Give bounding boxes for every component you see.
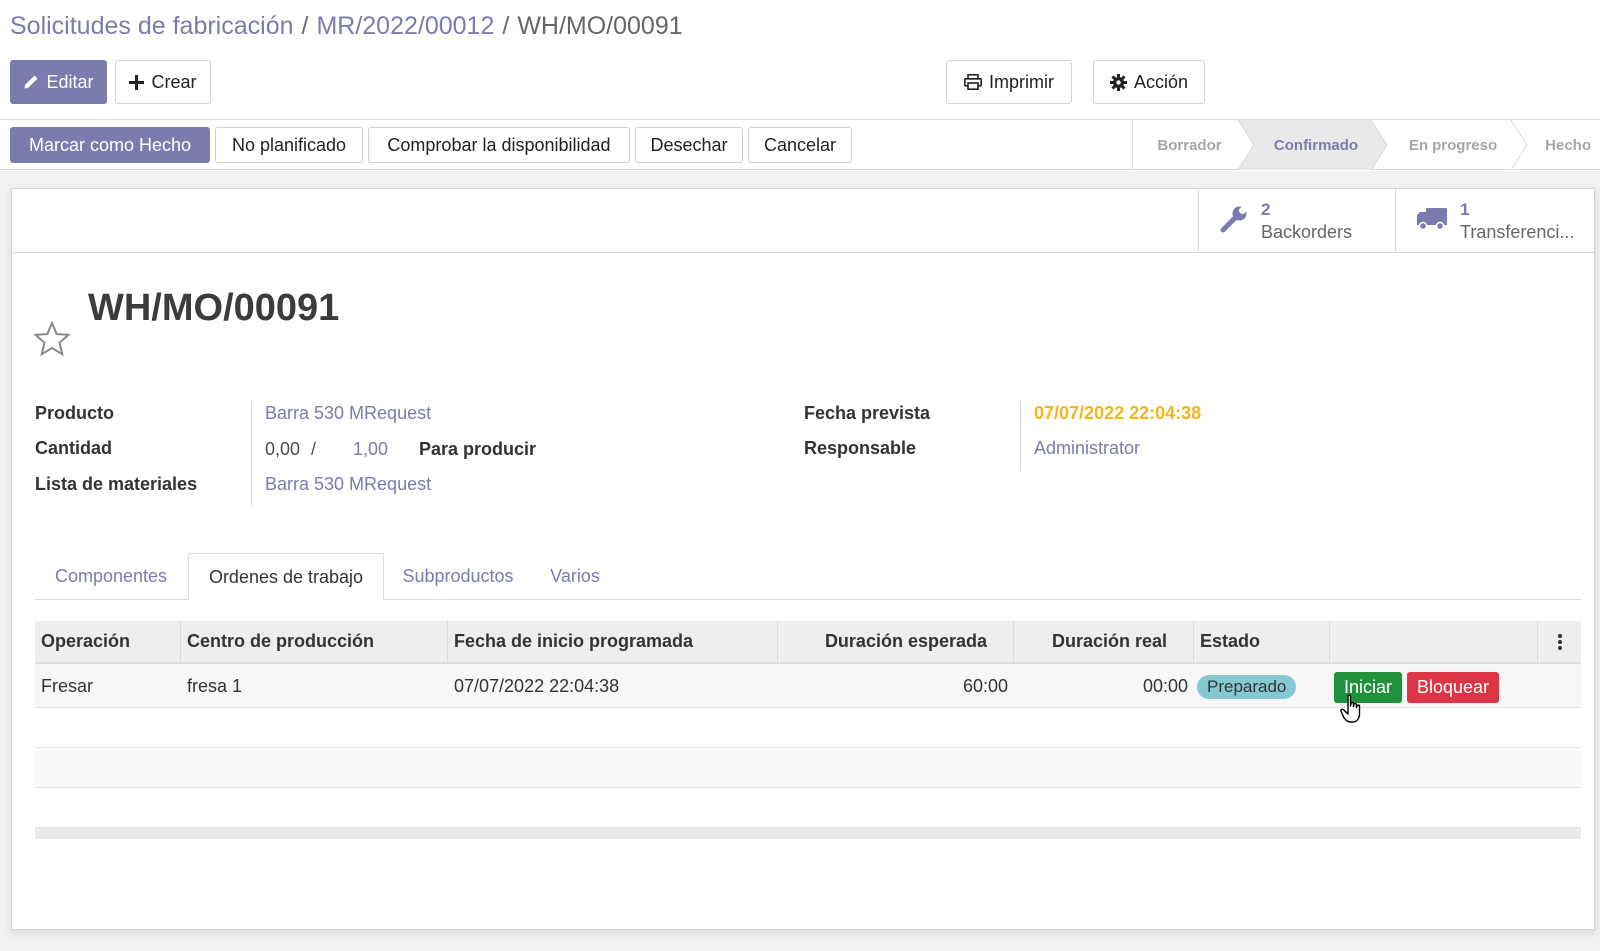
unplanned-button[interactable]: No planificado — [215, 127, 363, 163]
breadcrumb-item-request[interactable]: MR/2022/00012 — [316, 12, 494, 40]
printer-icon — [964, 74, 982, 90]
table-row[interactable]: Fresar fresa 1 07/07/2022 22:04:38 60:00… — [35, 664, 1581, 708]
scrap-button[interactable]: Desechar — [635, 127, 743, 163]
responsible-label: Responsable — [804, 438, 917, 458]
star-icon[interactable] — [33, 320, 71, 362]
record-title: WH/MO/00091 — [88, 287, 340, 329]
table-empty-row — [35, 708, 1581, 748]
breadcrumb-current: WH/MO/00091 — [517, 12, 683, 40]
truck-icon — [1416, 206, 1448, 237]
quantity-separator: / — [311, 439, 317, 459]
cell-workcenter: fresa 1 — [187, 675, 243, 696]
stage-in-progress[interactable]: En progreso — [1387, 120, 1519, 170]
smart-button-box: 2 Backorders 1 Transferenci... — [12, 189, 1594, 253]
stage-bar: Borrador Confirmado En progreso Hecho — [1132, 120, 1600, 170]
backorders-smart-button[interactable]: 2 Backorders — [1198, 189, 1395, 253]
date-planned-value[interactable]: 07/07/2022 22:04:38 — [1034, 403, 1201, 424]
plus-icon — [129, 74, 145, 90]
print-button[interactable]: Imprimir — [946, 60, 1072, 104]
transfers-smart-button[interactable]: 1 Transferenci... — [1395, 189, 1594, 253]
stage-done[interactable]: Hecho — [1527, 120, 1600, 170]
responsible-value[interactable]: Administrator — [1034, 438, 1140, 459]
action-button-label: Acción — [1133, 71, 1189, 92]
check-availability-button[interactable]: Comprobar la disponibilidad — [368, 127, 630, 163]
table-footer — [35, 828, 1581, 839]
date-planned-label: Fecha prevista — [804, 403, 931, 423]
tab-components[interactable]: Componentes — [35, 553, 187, 600]
block-workorder-button[interactable]: Bloquear — [1407, 672, 1499, 703]
control-panel: Solicitudes de fabricación / MR/2022/00012… — [0, 0, 1600, 120]
field-divider — [251, 401, 252, 507]
gear-icon — [1109, 73, 1127, 91]
tab-work-orders[interactable]: Ordenes de trabajo — [188, 553, 384, 601]
quantity-label: Cantidad — [35, 438, 113, 458]
stage-draft[interactable]: Borrador — [1133, 120, 1246, 170]
field-divider — [1020, 401, 1021, 471]
backorders-label: Backorders — [1261, 222, 1353, 242]
column-header-real-duration[interactable]: Duración real — [1014, 621, 1194, 662]
backorders-count: 2 — [1261, 200, 1271, 219]
column-header-actions — [1330, 621, 1538, 662]
column-header-operation[interactable]: Operación — [35, 621, 181, 662]
product-label: Producto — [35, 403, 114, 423]
table-empty-row — [35, 788, 1581, 828]
tab-misc[interactable]: Varios — [530, 553, 620, 600]
cell-expected-duration: 60:00 — [962, 675, 1008, 696]
breadcrumb-separator: / — [301, 12, 309, 40]
notebook-tabs: Componentes Ordenes de trabajo Subproduc… — [35, 553, 1581, 601]
tab-byproducts[interactable]: Subproductos — [390, 553, 526, 600]
cancel-button[interactable]: Cancelar — [748, 127, 852, 163]
pencil-icon — [23, 74, 39, 90]
breadcrumb-separator: / — [502, 12, 510, 40]
cell-start-date: 07/07/2022 22:04:38 — [454, 675, 620, 696]
create-button[interactable]: Crear — [115, 60, 211, 104]
start-workorder-button[interactable]: Iniciar — [1334, 672, 1402, 703]
status-badge: Preparado — [1197, 675, 1297, 699]
mark-as-done-button[interactable]: Marcar como Hecho — [10, 127, 210, 163]
table-empty-row — [35, 748, 1581, 788]
kebab-icon[interactable] — [1557, 633, 1563, 656]
cell-real-duration: 00:00 — [1142, 675, 1188, 696]
product-value[interactable]: Barra 530 MRequest — [265, 403, 431, 424]
cell-operation: Fresar — [41, 675, 94, 696]
column-header-expected-duration[interactable]: Duración esperada — [778, 621, 1014, 662]
transfers-label: Transferenci... — [1460, 222, 1575, 242]
table-header: Operación Centro de producción Fecha de … — [35, 621, 1581, 664]
quantity-produced: 0,00 — [265, 439, 301, 459]
quantity-planned[interactable]: 1,00 — [353, 439, 388, 460]
column-header-workcenter[interactable]: Centro de producción — [181, 621, 448, 662]
form-sheet: 2 Backorders 1 Transferenci... WH/MO/000… — [11, 188, 1595, 930]
statusbar: Marcar como Hecho No planificado Comprob… — [0, 120, 1600, 170]
edit-button[interactable]: Editar — [10, 60, 107, 104]
quantity-uom-label: Para producir — [419, 439, 537, 459]
wrench-icon — [1219, 204, 1249, 239]
breadcrumb: Solicitudes de fabricación / MR/2022/00012… — [10, 12, 683, 41]
stage-confirmed[interactable]: Confirmado — [1251, 120, 1381, 170]
edit-button-label: Editar — [46, 71, 94, 92]
bom-value[interactable]: Barra 530 MRequest — [265, 474, 431, 495]
column-header-start-date[interactable]: Fecha de inicio programada — [448, 621, 778, 662]
transfers-count: 1 — [1460, 200, 1470, 219]
create-button-label: Crear — [151, 71, 197, 92]
action-button[interactable]: Acción — [1093, 60, 1205, 104]
column-header-state[interactable]: Estado — [1194, 621, 1330, 662]
print-button-label: Imprimir — [989, 71, 1054, 92]
breadcrumb-item-manufacturing-requests[interactable]: Solicitudes de fabricación — [10, 12, 294, 40]
bom-label: Lista de materiales — [35, 474, 198, 494]
